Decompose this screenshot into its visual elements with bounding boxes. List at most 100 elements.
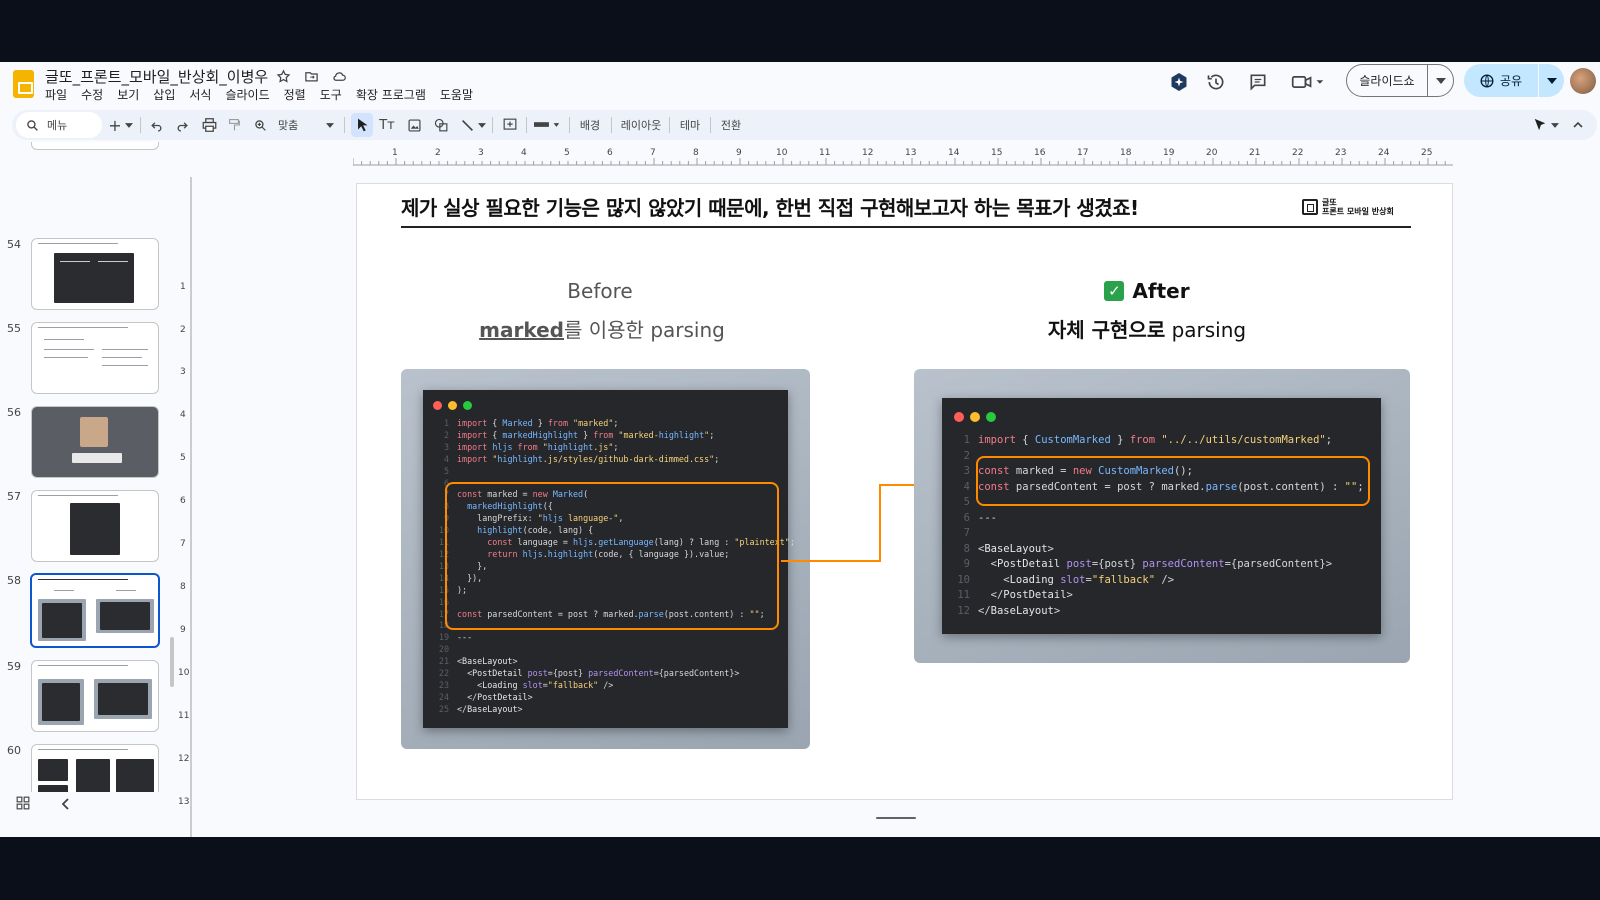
theme-button[interactable]: 테마 bbox=[676, 115, 704, 135]
ruler-number: 11 bbox=[819, 148, 831, 158]
undo-icon[interactable] bbox=[146, 115, 166, 135]
menu-file[interactable]: 파일 bbox=[45, 86, 73, 103]
menu-slide[interactable]: 슬라이드 bbox=[225, 86, 275, 103]
slide-number: 56 bbox=[7, 406, 21, 419]
ruler-number: 20 bbox=[1206, 148, 1218, 158]
filmstrip-scrollbar[interactable] bbox=[170, 637, 174, 687]
code-line: 6 --- bbox=[963, 511, 997, 524]
ruler-number: 12 bbox=[178, 754, 190, 764]
slide-thumbnail-selected[interactable] bbox=[30, 573, 160, 648]
vertical-ruler[interactable]: 1 2 3 4 5 6 7 8 9 10 11 12 13 14 bbox=[178, 177, 192, 837]
menu-search[interactable]: 메뉴 bbox=[16, 112, 102, 138]
share-button[interactable]: 공유 bbox=[1464, 64, 1538, 97]
code-line: 2 import { markedHighlight } from "marked… bbox=[443, 429, 715, 440]
title-icons bbox=[274, 67, 348, 85]
video-call-icon[interactable] bbox=[1290, 70, 1326, 94]
code-line: 10 <Loading slot="fallback" /> bbox=[957, 573, 1175, 586]
print-icon[interactable] bbox=[199, 115, 219, 135]
slide-thumbnail-53[interactable] bbox=[31, 142, 159, 150]
redo-icon[interactable] bbox=[172, 115, 192, 135]
folder-move-icon[interactable] bbox=[302, 67, 320, 85]
slide-thumbnail[interactable] bbox=[31, 238, 159, 310]
menu-format[interactable]: 서식 bbox=[189, 86, 217, 103]
ruler-number: 16 bbox=[1034, 148, 1046, 158]
document-title[interactable]: 글또_프론트_모바일_반상회_이병우 bbox=[45, 66, 268, 87]
code-line: 12 </BaseLayout> bbox=[957, 604, 1061, 617]
new-slide-icon[interactable]: + bbox=[108, 115, 122, 135]
star-icon[interactable] bbox=[274, 67, 292, 85]
toolbar-divider bbox=[669, 117, 670, 133]
toolbar-divider bbox=[344, 117, 345, 133]
line-icon[interactable] bbox=[456, 115, 478, 135]
paint-format-icon[interactable] bbox=[224, 115, 244, 135]
pointer-mode-icon[interactable] bbox=[1530, 115, 1550, 135]
select-icon[interactable] bbox=[351, 113, 373, 137]
ruler-number: 15 bbox=[991, 148, 1003, 158]
slide-thumb-row: 58 bbox=[0, 573, 176, 650]
menu-tools[interactable]: 도구 bbox=[320, 86, 348, 103]
slide-headline[interactable]: 제가 실상 필요한 기능은 많지 않았기 때문에, 한번 직접 구현해보고자 하… bbox=[401, 192, 1139, 221]
background-button[interactable]: 배경 bbox=[575, 115, 605, 135]
slide-thumb-row: 59 bbox=[0, 660, 176, 736]
shape-icon[interactable] bbox=[430, 115, 452, 135]
slide-thumbnail[interactable] bbox=[31, 322, 159, 394]
add-comment-icon[interactable] bbox=[499, 115, 521, 135]
ruler-number: 1 bbox=[180, 282, 186, 292]
after-subtitle[interactable]: 자체 구현으로 parsing bbox=[1017, 314, 1277, 343]
slide-thumbnail[interactable] bbox=[31, 660, 159, 732]
before-code-frame[interactable]: 1 import { Marked } from "marked"; 2 import… bbox=[401, 369, 810, 749]
ruler-number: 13 bbox=[178, 797, 190, 807]
slideshow-button[interactable]: 슬라이드쇼 bbox=[1346, 64, 1428, 97]
image-icon[interactable] bbox=[403, 115, 425, 135]
transition-button[interactable]: 전환 bbox=[717, 115, 745, 135]
horizontal-ruler[interactable]: 1 2 3 4 5 6 7 8 9 10 11 12 13 14 15 16 1… bbox=[353, 148, 1453, 166]
menu-view[interactable]: 보기 bbox=[117, 86, 145, 103]
speaker-notes-handle[interactable] bbox=[876, 817, 916, 819]
layout-button[interactable]: 레이아웃 bbox=[618, 115, 664, 135]
pointer-mode-dropdown[interactable] bbox=[1550, 115, 1560, 135]
share-dropdown[interactable] bbox=[1539, 64, 1564, 97]
menu-extensions[interactable]: 확장 프로그램 bbox=[356, 86, 432, 103]
grid-view-icon[interactable] bbox=[16, 795, 30, 814]
chevron-left-icon[interactable] bbox=[60, 795, 70, 814]
menu-arrange[interactable]: 정렬 bbox=[284, 86, 312, 103]
textbox-icon[interactable]: Tт bbox=[376, 115, 398, 135]
zoom-icon[interactable] bbox=[250, 115, 270, 135]
ruler-number: 23 bbox=[1335, 148, 1347, 158]
ruler-number: 3 bbox=[180, 367, 186, 377]
line-dropdown[interactable] bbox=[477, 115, 487, 135]
comment-icon[interactable] bbox=[1246, 70, 1270, 94]
ruler-number: 2 bbox=[435, 148, 441, 158]
before-subtitle[interactable]: marked를 이용한 parsing bbox=[457, 314, 747, 343]
slide-thumbnail[interactable] bbox=[31, 406, 159, 478]
ruler-number: 25 bbox=[1421, 148, 1433, 158]
border-weight-icon[interactable] bbox=[532, 115, 564, 135]
before-highlight-box bbox=[445, 482, 779, 630]
history-icon[interactable] bbox=[1204, 70, 1228, 94]
brand-logo: 글또 프론트 모바일 반상회 bbox=[1302, 198, 1394, 216]
new-slide-dropdown[interactable] bbox=[124, 115, 134, 135]
slide-thumbnail[interactable] bbox=[31, 744, 159, 792]
before-title[interactable]: Before bbox=[485, 279, 715, 303]
menu-edit[interactable]: 수정 bbox=[81, 86, 109, 103]
toolbar-divider bbox=[710, 117, 711, 133]
ruler-number: 19 bbox=[1163, 148, 1175, 158]
code-line: 23 <Loading slot="fallback" /> bbox=[438, 679, 614, 690]
avatar[interactable] bbox=[1570, 68, 1596, 94]
menu-insert[interactable]: 삽입 bbox=[153, 86, 181, 103]
ruler-number: 1 bbox=[392, 148, 398, 158]
ruler-number: 10 bbox=[178, 668, 190, 678]
slideshow-dropdown[interactable] bbox=[1427, 64, 1454, 97]
zoom-select[interactable]: 맞춤 bbox=[278, 115, 338, 135]
cloud-icon[interactable] bbox=[330, 67, 348, 85]
collapse-toolbar-icon[interactable] bbox=[1570, 115, 1586, 135]
ruler-number: 14 bbox=[948, 148, 960, 158]
ruler-number: 4 bbox=[180, 410, 186, 420]
after-code-frame[interactable]: 1 import { CustomMarked } from "../../uti… bbox=[914, 369, 1410, 663]
menu-help[interactable]: 도움말 bbox=[440, 86, 479, 103]
slide-thumbnail[interactable] bbox=[31, 490, 159, 562]
slide-canvas[interactable]: 제가 실상 필요한 기능은 많지 않았기 때문에, 한번 직접 구현해보고자 하… bbox=[356, 183, 1453, 800]
after-title[interactable]: ✓ After bbox=[1047, 279, 1247, 303]
slides-logo-icon[interactable] bbox=[13, 70, 34, 98]
gemini-icon[interactable] bbox=[1167, 70, 1191, 94]
